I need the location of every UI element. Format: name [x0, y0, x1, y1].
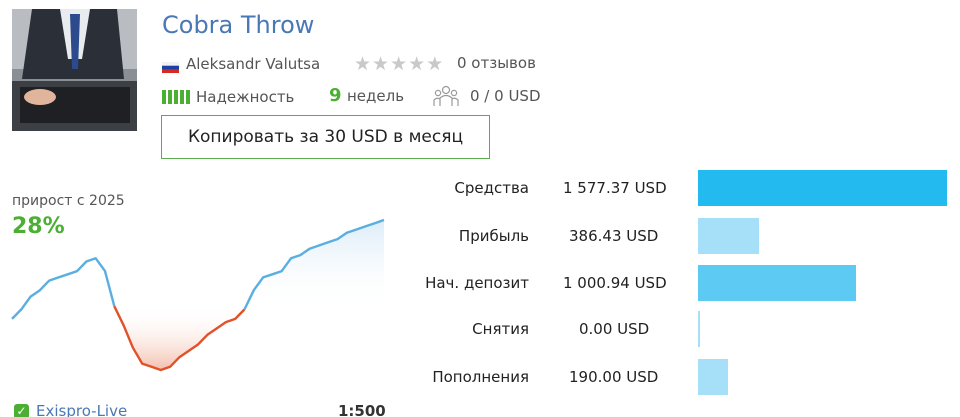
star-icon: ★ — [408, 53, 426, 75]
subscribers-icon — [433, 84, 459, 108]
reliability-bars-icon — [162, 90, 190, 104]
stat-label: Нач. депозит — [425, 274, 529, 292]
stat-label: Средства — [454, 179, 529, 197]
stat-value: 0.00 USD — [579, 320, 650, 338]
copy-subscribe-button[interactable]: Копировать за 30 USD в месяц — [161, 115, 490, 159]
stat-bar — [698, 218, 759, 254]
verified-check-icon: ✓ — [14, 403, 29, 417]
leverage-value: 1:500 — [338, 402, 386, 417]
stat-value: 386.43 USD — [569, 227, 659, 245]
stat-value: 190.00 USD — [569, 368, 659, 386]
growth-area-fill — [244, 220, 384, 310]
author-name[interactable]: Aleksandr Valutsa — [186, 55, 320, 73]
stat-label: Снятия — [472, 320, 529, 338]
star-icon: ★ — [390, 53, 408, 75]
weeks-number: 9 — [329, 85, 342, 106]
author-row: Aleksandr Valutsa ★ ★ ★ ★ ★ 0 отзывов — [162, 53, 536, 75]
broker-name[interactable]: Exispro-Live — [36, 402, 127, 417]
reviews-count[interactable]: 0 отзывов — [457, 54, 536, 72]
star-icon: ★ — [426, 53, 444, 75]
weeks-label: недель — [347, 87, 405, 105]
russia-flag-icon — [162, 59, 179, 73]
stat-bar — [698, 359, 728, 395]
subscribers-value: 0 / 0 USD — [470, 87, 541, 105]
star-icon: ★ — [354, 53, 372, 75]
reliability-label: Надежность — [196, 88, 295, 106]
broker-row[interactable]: ✓ Exispro-Live — [14, 402, 127, 417]
author-avatar[interactable] — [12, 9, 137, 131]
star-icon: ★ — [372, 53, 390, 75]
stat-bar — [698, 265, 856, 301]
stat-label: Прибыль — [458, 227, 529, 245]
drawdown-area-fill — [114, 306, 245, 370]
stat-bar — [698, 311, 700, 347]
rating-stars[interactable]: ★ ★ ★ ★ ★ — [354, 53, 443, 75]
growth-line-start — [11, 257, 116, 320]
stat-label: Пополнения — [432, 368, 529, 386]
stat-value: 1 000.94 USD — [563, 274, 667, 292]
signal-title[interactable]: Cobra Throw — [162, 11, 314, 39]
reliability-row: Надежность 9 недель 0 / 0 USD — [162, 85, 541, 108]
stat-bar — [698, 170, 947, 206]
stat-value: 1 577.37 USD — [563, 179, 667, 197]
growth-chart — [11, 218, 385, 372]
